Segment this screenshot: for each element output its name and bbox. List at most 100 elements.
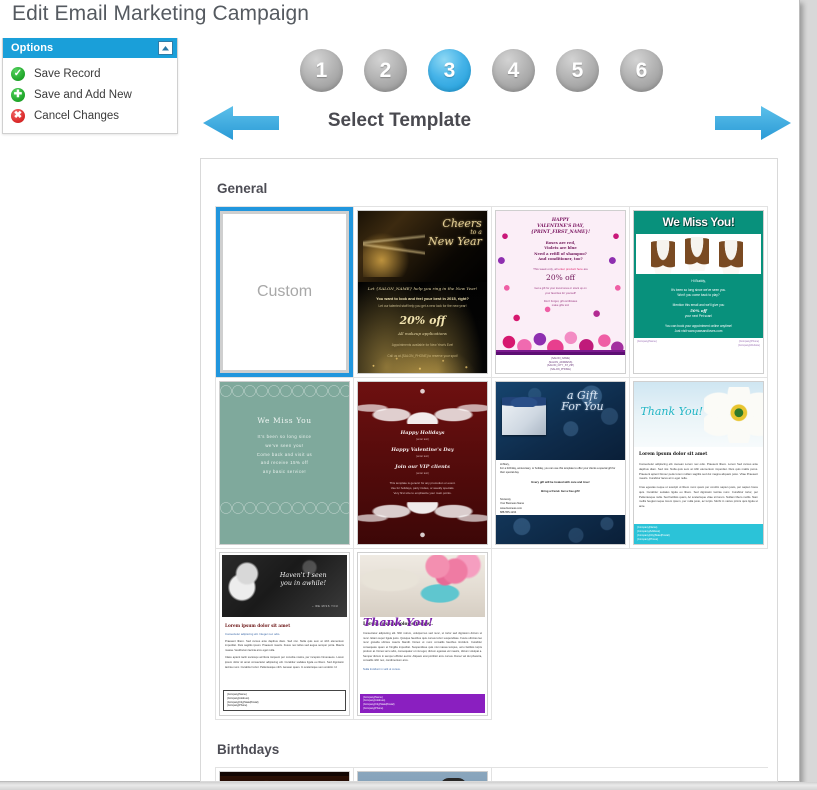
- new-year-discount-sub: All makeup applications: [398, 331, 447, 337]
- category-title-general: General: [217, 181, 268, 196]
- wizard-step-5[interactable]: 5: [556, 49, 599, 92]
- daisy-foot-4: {Company|Phone}: [637, 537, 659, 541]
- teal-line-3: Come back and visit us: [256, 451, 313, 457]
- flowers-photo: [360, 555, 485, 617]
- template-thumb-thank-you-purple: Thank You! Lorem ipsum dolor sit amet. C…: [357, 552, 488, 716]
- wizard-step-4[interactable]: 4: [492, 49, 535, 92]
- template-browser-panel[interactable]: General Custom Cheers to a New Year Let …: [200, 158, 778, 782]
- dogs-foot-right-1: {Company|Phone}: [738, 339, 760, 343]
- dog-3: [718, 240, 743, 275]
- template-card-havent-i-seen-you[interactable]: Haven't I seen you in awhile! ~ WE MISS …: [216, 549, 354, 720]
- bw-footer: {Company|Name} {Company|Address} {Compan…: [223, 690, 346, 711]
- template-thumb-we-miss-you-dogs: We Miss You! Hi Buddy, It's been so long…: [633, 210, 764, 374]
- wizard-step-2[interactable]: 2: [364, 49, 407, 92]
- teal-line-4: and receive 15% off: [260, 460, 309, 466]
- wizard-step-1[interactable]: 1: [300, 49, 343, 92]
- options-panel-header: Options: [3, 38, 177, 58]
- template-thumb-birthday-sparkler: [357, 771, 488, 781]
- wizard-step-6[interactable]: 6: [620, 49, 663, 92]
- dog-2: [684, 237, 709, 272]
- ornament-bottom-decoration: [358, 501, 487, 544]
- template-thumb-we-miss-you-teal: We Miss You It's been so long since we'v…: [219, 381, 350, 545]
- template-card-we-miss-you-dogs[interactable]: We Miss You! Hi Buddy, It's been so long…: [630, 207, 768, 378]
- black-white-photo: Haven't I seen you in awhile! ~ WE MISS …: [222, 555, 347, 617]
- dogs-footer: {Company|Name} {Company|Phone} {Company|…: [634, 337, 763, 350]
- next-step-arrow-icon[interactable]: [715, 103, 791, 143]
- bw-script: Haven't I seen you in awhile!: [266, 572, 341, 587]
- custom-template-label: Custom: [256, 283, 313, 301]
- dogs-title-band: We Miss You!: [634, 211, 763, 275]
- purple-link: Nulla tincidunt in velit ut cursus.: [363, 668, 401, 672]
- valentines-title-3: {PRINT_FIRST_NAME}!: [530, 229, 591, 235]
- template-card-a-gift-for-you[interactable]: a Gift For You Hi Mary, For a birthday, …: [492, 378, 630, 549]
- purple-script: Thank You!: [363, 615, 433, 629]
- window-bottom-strip: [0, 782, 817, 790]
- plus-circle-icon: ✚: [11, 87, 25, 102]
- save-record-button[interactable]: ✓ Save Record: [3, 63, 177, 84]
- template-card-custom[interactable]: Custom: [216, 207, 354, 378]
- new-year-script: Cheers to a New Year: [410, 218, 482, 247]
- dog-1: [651, 240, 675, 275]
- holidays-body-3: Very first size to emphasize your main p…: [393, 490, 452, 495]
- holidays-title-1: Happy Holidays: [400, 430, 445, 437]
- gift-line-1: Every gift will be treated with care and…: [531, 480, 590, 485]
- gift-script: a Gift For You: [545, 390, 620, 412]
- purple-para-1: Consectetur adipiscing elit. Nbh rutrum,…: [363, 631, 482, 663]
- daisy-heading: Lorem ipsum dolor sit amet: [639, 451, 708, 457]
- template-card-birthday-candles[interactable]: [216, 768, 354, 781]
- gift-bokeh-bottom: [496, 514, 625, 544]
- daisy-flower-image: [703, 387, 763, 443]
- page-title: Edit Email Marketing Campaign: [12, 2, 310, 25]
- dogs-title: We Miss You!: [662, 215, 735, 229]
- daisy-para-1: Consectetur adipiscing elit. Aenean Lore…: [639, 462, 758, 481]
- valentines-foot-4: {SALON_PHONE}: [550, 368, 571, 372]
- holidays-sub-3: (enter text): [416, 472, 429, 476]
- template-card-new-year[interactable]: Cheers to a New Year Let {SALON_NAME} he…: [354, 207, 492, 378]
- new-year-photo: Cheers to a New Year: [358, 211, 487, 283]
- new-year-script-1: Cheers: [442, 217, 482, 231]
- valentines-offer-link: enter product here: [558, 267, 583, 272]
- bw-link-1: Consectetur adipiscing elit. Integer nec…: [225, 631, 281, 636]
- bw-foot-4: {Company|Phone}: [227, 704, 248, 708]
- valentines-footer-text: {SALON_NAME} {SALON_ADDRESS} {SALON_CITY…: [496, 357, 625, 372]
- new-year-line-3: Let our talented staff help you get a ne…: [378, 303, 467, 308]
- template-card-thank-you-daisy[interactable]: Thank You! Lorem ipsum dolor sit amet Co…: [630, 378, 768, 549]
- bw-body: Lorem ipsum dolor sit amet Consectetur a…: [220, 619, 349, 678]
- chevron-up-icon[interactable]: [158, 41, 173, 55]
- teal-line-2: we've seen you!: [265, 443, 304, 448]
- wizard-steps: 1 2 3 4 5 6: [300, 49, 663, 92]
- template-grid-birthdays: [215, 767, 768, 781]
- dogs-greeting: Hi Buddy,: [691, 279, 706, 284]
- template-card-birthday-sparkler[interactable]: [354, 768, 492, 781]
- previous-step-arrow-icon[interactable]: [203, 103, 279, 143]
- template-card-happy-holidays[interactable]: Happy Holidays (enter text) Happy Valent…: [354, 378, 492, 549]
- page-card: Edit Email Marketing Campaign Options ✓ …: [0, 0, 800, 782]
- holidays-sub-1: (enter text): [416, 438, 429, 442]
- template-thumb-thank-you-daisy: Thank You! Lorem ipsum dolor sit amet Co…: [633, 381, 764, 545]
- basset-hounds-image: [636, 234, 761, 275]
- holidays-title-3: Join our VIP clients: [395, 464, 450, 471]
- valentines-title: HAPPY VALENTINE'S DAY, {PRINT_FIRST_NAME…: [496, 211, 625, 236]
- dogs-line-6: Just visit www.pawsandloves.com: [674, 328, 723, 333]
- wizard-step-3[interactable]: 3: [428, 49, 471, 92]
- bw-script-2: you in awhile!: [280, 578, 327, 587]
- bw-subtitle: ~ WE MISS YOU: [311, 605, 339, 609]
- template-card-we-miss-you-teal[interactable]: We Miss You It's been so long since we'v…: [216, 378, 354, 549]
- template-scroll-area: General Custom Cheers to a New Year Let …: [201, 159, 777, 781]
- check-circle-icon: ✓: [11, 66, 25, 81]
- dogs-line-4: your next Pet scan!: [684, 313, 713, 318]
- purple-footer: {Company|Name} {Company|Address} {Compan…: [360, 693, 485, 713]
- template-thumb-valentines: HAPPY VALENTINE'S DAY, {PRINT_FIRST_NAME…: [495, 210, 626, 374]
- template-thumb-new-year: Cheers to a New Year Let {SALON_NAME} he…: [357, 210, 488, 374]
- template-card-thank-you-purple[interactable]: Thank You! Lorem ipsum dolor sit amet. C…: [354, 549, 492, 720]
- bw-para-1: Praesent libero. Sed cursus ante dapibus…: [225, 639, 344, 652]
- gift-ribbon-image: [502, 392, 547, 407]
- gift-line-2: Bring a friend. Get a free gift!: [541, 489, 580, 494]
- new-year-line-1: Let {SALON_NAME} help you ring in the Ne…: [367, 286, 478, 292]
- holidays-body: Happy Holidays (enter text) Happy Valent…: [358, 424, 487, 501]
- template-card-valentines[interactable]: HAPPY VALENTINE'S DAY, {PRINT_FIRST_NAME…: [492, 207, 630, 378]
- ornament-top-decoration: [358, 382, 487, 425]
- dogs-foot-right-2: {Company|Website}: [737, 343, 760, 347]
- save-and-add-new-button[interactable]: ✚ Save and Add New: [3, 84, 177, 105]
- holidays-title-2: Happy Valentine's Day: [391, 447, 454, 454]
